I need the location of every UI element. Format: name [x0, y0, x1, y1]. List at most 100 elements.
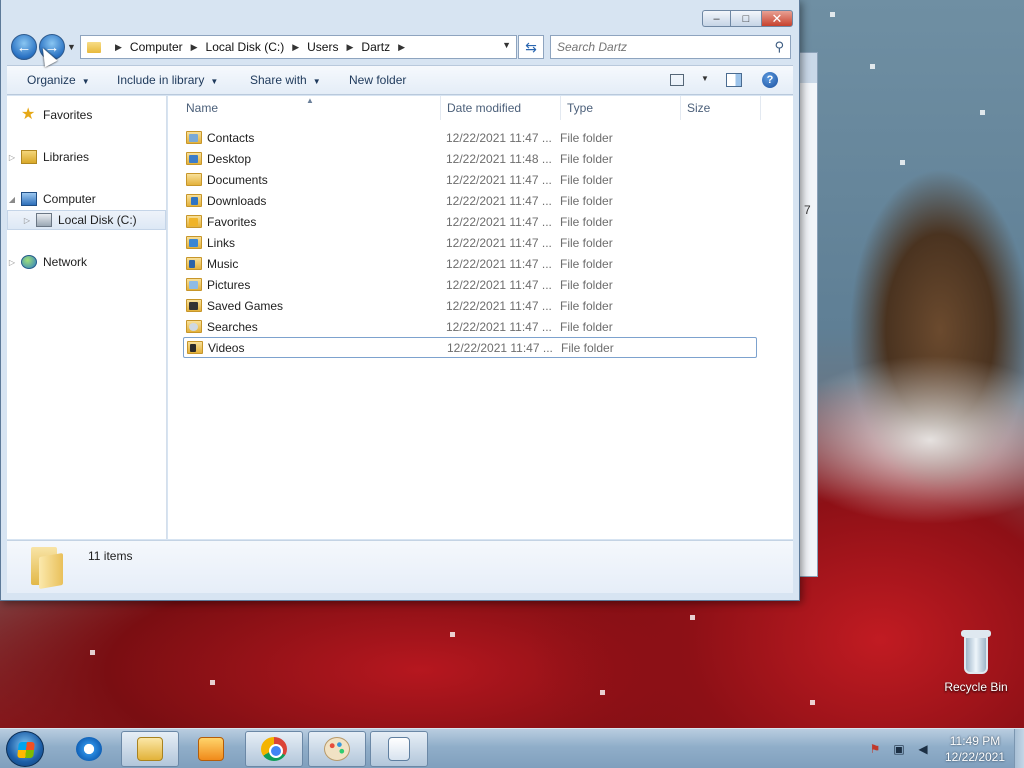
windows-explorer-icon — [137, 737, 163, 761]
breadcrumb-separator-icon[interactable]: ▶ — [346, 42, 353, 53]
clock[interactable]: 11:49 PM 12/22/2021 — [940, 733, 1010, 765]
taskbar-windows-explorer[interactable] — [121, 731, 179, 767]
breadcrumb-separator-icon[interactable]: ▶ — [191, 42, 198, 53]
recycle-bin-desktop-icon[interactable]: Recycle Bin — [940, 630, 1012, 694]
new-folder-button[interactable]: New folder — [349, 73, 406, 87]
breadcrumb-separator-icon[interactable]: ▶ — [115, 42, 122, 53]
breadcrumb-computer[interactable]: Computer — [130, 40, 183, 54]
media-player-icon — [198, 737, 224, 761]
file-row[interactable]: Downloads 12/22/2021 11:47 ... File fold… — [183, 190, 757, 211]
file-type: File folder — [560, 151, 613, 166]
refresh-button[interactable]: ⇆ — [518, 35, 544, 59]
details-pane: 11 items — [7, 540, 793, 593]
show-desktop-button[interactable] — [1014, 729, 1024, 768]
file-type: File folder — [560, 214, 613, 229]
address-bar[interactable]: ▶ Computer ▶ Local Disk (C:) ▶ Users ▶ D… — [80, 35, 517, 59]
file-row[interactable]: Music 12/22/2021 11:47 ... File folder — [183, 253, 757, 274]
favorites-folder-icon — [186, 215, 202, 228]
file-type: File folder — [560, 298, 613, 313]
file-type: File folder — [560, 193, 613, 208]
file-date: 12/22/2021 11:47 ... — [446, 130, 552, 145]
nav-item-computer[interactable]: ◢ Computer — [7, 189, 166, 209]
nav-label-local-disk: Local Disk (C:) — [58, 213, 137, 227]
system-tray: ⚑ ▣ ◀ 11:49 PM 12/22/2021 — [862, 729, 1024, 768]
expand-arrow-icon[interactable]: ▷ — [7, 258, 17, 267]
taskbar-media-player[interactable] — [182, 731, 240, 767]
music-folder-icon — [186, 257, 202, 270]
windows-logo-icon — [17, 742, 35, 758]
organize-menu[interactable]: Organize ▼ — [27, 73, 90, 87]
file-type: File folder — [560, 256, 613, 271]
collapse-arrow-icon[interactable]: ◢ — [7, 195, 17, 204]
breadcrumb-users[interactable]: Users — [307, 40, 338, 54]
file-name: Links — [207, 235, 236, 250]
close-button[interactable]: ✕ — [761, 10, 793, 27]
file-date: 12/22/2021 11:47 ... — [446, 193, 552, 208]
file-row[interactable]: Contacts 12/22/2021 11:47 ... File folde… — [183, 127, 757, 148]
taskbar: ⚑ ▣ ◀ 11:49 PM 12/22/2021 — [0, 728, 1024, 768]
expand-arrow-icon[interactable]: ▷ — [7, 153, 17, 162]
command-bar: Organize ▼ Include in library ▼ Share with… — [7, 65, 793, 95]
search-icon[interactable]: ⚲ — [774, 39, 784, 55]
file-date: 12/22/2021 11:47 ... — [446, 298, 552, 313]
file-row[interactable]: Pictures 12/22/2021 11:47 ... File folde… — [183, 274, 757, 295]
nav-item-local-disk[interactable]: ▷ Local Disk (C:) — [7, 210, 166, 230]
search-box[interactable]: ⚲ — [550, 35, 791, 59]
volume-icon[interactable]: ◀ — [916, 742, 930, 756]
search-input[interactable] — [551, 36, 761, 58]
file-type: File folder — [560, 277, 613, 292]
file-name: Desktop — [207, 151, 252, 166]
expand-arrow-icon[interactable]: ▷ — [22, 216, 32, 225]
window-titlebar[interactable]: – □ ✕ — [1, 0, 799, 32]
chevron-down-icon: ▼ — [81, 77, 90, 86]
clock-date: 12/22/2021 — [944, 750, 1006, 764]
nav-item-network[interactable]: ▷ Network — [7, 252, 166, 272]
nav-item-libraries[interactable]: ▷ Libraries — [7, 147, 166, 167]
file-row[interactable]: Searches 12/22/2021 11:47 ... File folde… — [183, 316, 757, 337]
maximize-button[interactable]: □ — [730, 10, 761, 27]
taskbar-internet-explorer[interactable] — [60, 731, 118, 767]
navigation-pane: ★ Favorites ▷ Libraries ◢ Computer ▷ Loc… — [7, 96, 167, 539]
file-row[interactable]: Favorites 12/22/2021 11:47 ... File fold… — [183, 211, 757, 232]
star-icon: ★ — [21, 106, 36, 123]
view-options-dropdown-icon[interactable]: ▼ — [701, 74, 709, 83]
videos-folder-icon — [187, 341, 203, 354]
recycle-bin-icon — [961, 630, 991, 676]
breadcrumb-separator-icon[interactable]: ▶ — [398, 42, 405, 53]
breadcrumb-dartz[interactable]: Dartz — [361, 40, 390, 54]
file-row[interactable]: Videos 12/22/2021 11:47 ... File folder — [183, 337, 757, 358]
file-name: Videos — [208, 340, 245, 355]
action-center-flag-icon[interactable]: ⚑ — [868, 742, 882, 756]
back-button[interactable]: ← — [11, 34, 37, 60]
recent-pages-dropdown-icon[interactable]: ▼ — [67, 42, 76, 52]
libraries-icon — [21, 150, 37, 164]
taskbar-paint[interactable] — [308, 731, 366, 767]
file-name: Contacts — [207, 130, 255, 145]
network-status-icon[interactable]: ▣ — [892, 742, 906, 756]
file-row[interactable]: Links 12/22/2021 11:47 ... File folder — [183, 232, 757, 253]
minimize-button[interactable]: – — [702, 10, 730, 27]
address-history-dropdown-icon[interactable]: ▼ — [502, 40, 511, 50]
taskbar-wordpad[interactable] — [370, 731, 428, 767]
change-view-icon[interactable] — [670, 74, 684, 86]
nav-item-favorites[interactable]: ★ Favorites — [7, 105, 166, 125]
breadcrumb-local-disk[interactable]: Local Disk (C:) — [206, 40, 285, 54]
help-button[interactable]: ? — [762, 72, 778, 88]
file-row[interactable]: Desktop 12/22/2021 11:48 ... File folder — [183, 148, 757, 169]
downloads-folder-icon — [186, 194, 202, 207]
file-row[interactable]: Documents 12/22/2021 11:47 ... File fold… — [183, 169, 757, 190]
preview-pane-icon[interactable] — [726, 73, 742, 87]
column-header-type[interactable]: Type — [561, 96, 681, 120]
file-date: 12/22/2021 11:47 ... — [446, 319, 552, 334]
share-with-menu[interactable]: Share with ▼ — [250, 73, 321, 87]
chevron-down-icon: ▼ — [210, 77, 219, 86]
include-in-library-menu[interactable]: Include in library ▼ — [117, 73, 218, 87]
taskbar-chrome[interactable] — [245, 731, 303, 767]
file-name: Saved Games — [207, 298, 284, 313]
breadcrumb-separator-icon[interactable]: ▶ — [292, 42, 299, 53]
start-button[interactable] — [6, 731, 44, 767]
column-header-size[interactable]: Size — [681, 96, 761, 120]
column-header-date-modified[interactable]: Date modified — [441, 96, 561, 120]
file-list: Name ▲ Date modified Type Size Contacts … — [168, 96, 793, 539]
file-row[interactable]: Saved Games 12/22/2021 11:47 ... File fo… — [183, 295, 757, 316]
